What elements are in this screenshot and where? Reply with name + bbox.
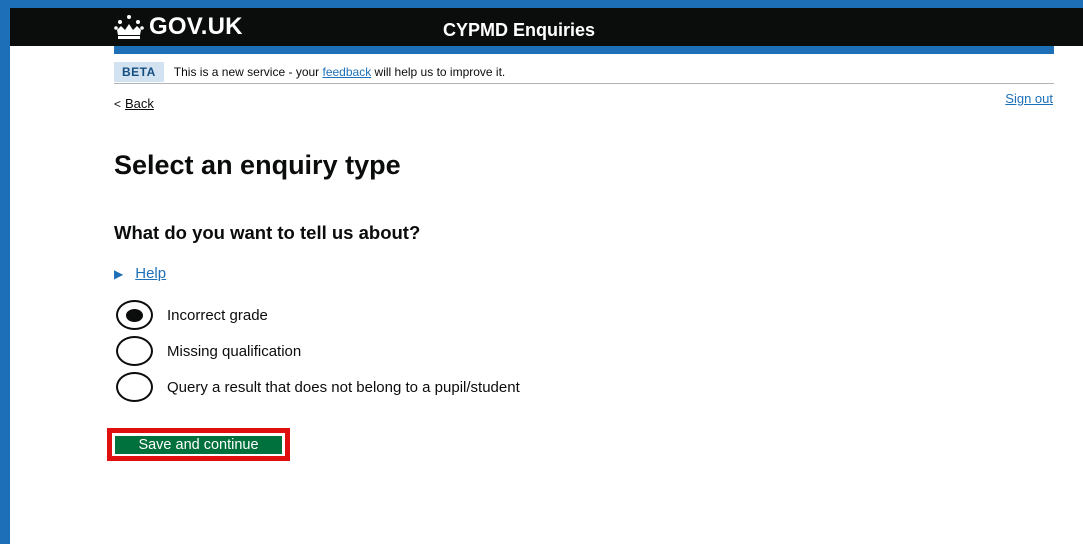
radio-option-incorrect-grade[interactable]: Incorrect grade [116,300,268,330]
radio-label[interactable]: Query a result that does not belong to a… [167,379,520,396]
service-name[interactable]: CYPMD Enquiries [443,20,595,41]
save-and-continue-button[interactable]: Save and continue [115,436,282,454]
feedback-link[interactable]: feedback [323,65,372,79]
radio-option-query-result[interactable]: Query a result that does not belong to a… [116,372,520,402]
radio-dot [126,308,143,322]
triangle-right-icon: ▶ [114,266,124,281]
radio-button-selected[interactable] [116,300,153,330]
phase-banner-text-before: This is a new service - your [173,64,323,79]
phase-banner-text: This is a new service - your feedback wi… [174,65,505,79]
header-blue-stripe [114,46,1054,54]
crown-icon [114,15,144,39]
radio-option-missing-qualification[interactable]: Missing qualification [116,336,301,366]
phase-banner-text-after: will help us to improve it. [371,64,506,79]
logo-text: GOV.UK [149,13,243,40]
radio-button[interactable] [116,372,153,402]
back-link[interactable]: < Back [114,96,154,111]
page-frame: GOV.UK CYPMD Enquiries BETA This is a ne… [10,8,1083,544]
help-details-toggle[interactable]: ▶ Help [114,265,166,282]
question-heading: What do you want to tell us about? [114,222,421,243]
sign-out-link[interactable]: Sign out [1005,91,1053,106]
chevron-left-icon: < [114,97,122,111]
govuk-logo-link[interactable]: GOV.UK [114,13,243,41]
phase-banner: BETA This is a new service - your feedba… [114,60,1054,84]
page-title: Select an enquiry type [114,150,401,180]
button-highlight-box: Save and continue [107,428,290,461]
beta-tag: BETA [114,61,164,82]
radio-label[interactable]: Missing qualification [167,343,301,360]
radio-button[interactable] [116,336,153,366]
help-label: Help [135,265,167,282]
back-label: Back [125,96,154,111]
radio-label[interactable]: Incorrect grade [167,307,268,324]
header-bar: GOV.UK CYPMD Enquiries [10,8,1083,46]
